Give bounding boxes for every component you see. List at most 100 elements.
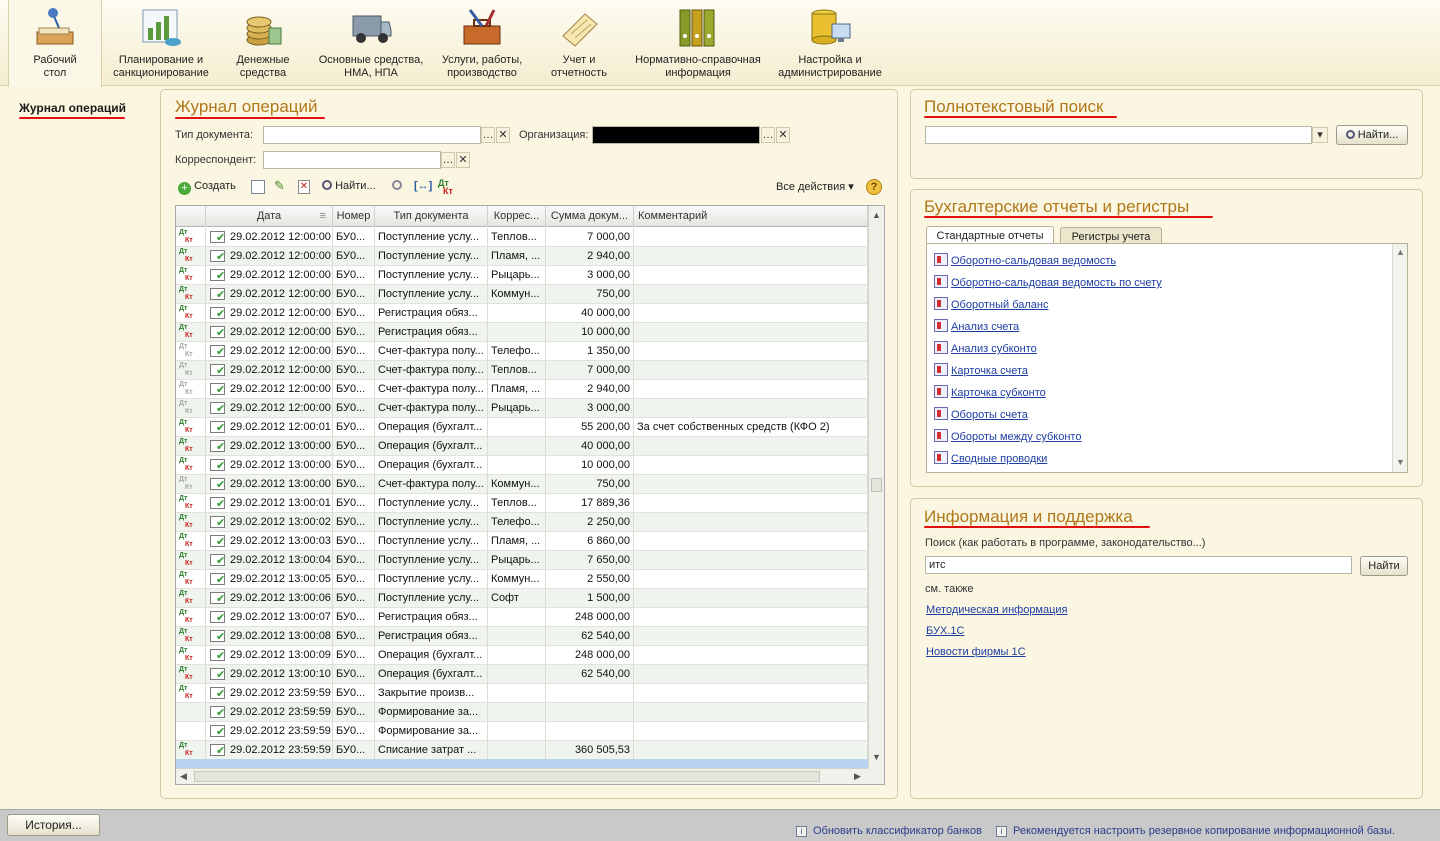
report-link[interactable]: Обороты счета xyxy=(934,407,1028,425)
vertical-scrollbar[interactable]: ▲ ▼ xyxy=(868,206,884,768)
fulltext-search-input[interactable] xyxy=(925,126,1312,144)
scroll-down-icon[interactable]: ▼ xyxy=(872,752,881,762)
table-row[interactable]: ДтКт 29.02.2012 12:00:00 БУ0... Регистрация… xyxy=(176,304,868,323)
mark-delete-icon[interactable]: ✕ xyxy=(298,180,310,194)
reports-scrollbar[interactable]: ▲ ▼ xyxy=(1392,244,1407,472)
table-row[interactable]: ДтКт 29.02.2012 13:00:00 БУ0... Операция (б… xyxy=(176,456,868,475)
edit-pencil-icon[interactable]: ✎ xyxy=(274,178,285,194)
corr-select-button[interactable]: … xyxy=(441,152,455,168)
table-row[interactable]: ДтКт 29.02.2012 12:00:00 БУ0... Поступление… xyxy=(176,266,868,285)
column-header-number[interactable]: Номер xyxy=(333,206,375,227)
section-desktop[interactable]: Рабочий стол xyxy=(8,0,102,87)
find-button[interactable]: Найти... xyxy=(322,180,376,192)
section-money[interactable]: Денежные средства xyxy=(224,0,302,86)
table-row[interactable]: ДтКт 29.02.2012 12:00:00 БУ0... Регистрация… xyxy=(176,323,868,342)
document-posted-icon xyxy=(210,229,225,247)
report-link[interactable]: Обороты между субконто xyxy=(934,429,1081,447)
section-planning[interactable]: Планирование и санкционирование xyxy=(108,0,214,86)
table-row[interactable]: ДтКт 29.02.2012 23:59:59 БУ0... Закрытие пр… xyxy=(176,684,868,703)
corr-clear-button[interactable]: ✕ xyxy=(456,152,470,168)
scroll-thumb[interactable] xyxy=(871,478,882,492)
table-row[interactable]: ДтКт 29.02.2012 12:00:00 БУ0... Поступление… xyxy=(176,247,868,266)
scroll-up-icon[interactable]: ▲ xyxy=(872,210,881,220)
scroll-right-icon[interactable]: ▶ xyxy=(854,771,861,782)
link-1c-news[interactable]: Новости фирмы 1С xyxy=(926,646,1026,658)
table-cell-comment xyxy=(634,646,868,665)
table-row[interactable]: ДтКт 29.02.2012 12:00:00 БУ0... Счет-фактур… xyxy=(176,342,868,361)
table-row[interactable]: ДтКт 29.02.2012 13:00:03 БУ0... Поступление… xyxy=(176,532,868,551)
cell-text: Теплов... xyxy=(491,497,537,509)
table-row[interactable]: ДтКт 29.02.2012 12:00:00 БУ0... Поступление… xyxy=(176,285,868,304)
all-actions-menu[interactable]: Все действия ▾ xyxy=(776,180,854,193)
doc-type-field[interactable] xyxy=(263,126,481,144)
cell-text: БУ0... xyxy=(336,383,366,395)
table-row[interactable]: ДтКт 29.02.2012 13:00:02 БУ0... Поступление… xyxy=(176,513,868,532)
report-link[interactable]: Карточка субконто xyxy=(934,385,1046,403)
section-fixed-assets[interactable]: Основные средства, НМА, НПА xyxy=(312,0,430,86)
org-select-button[interactable]: … xyxy=(761,127,775,143)
notice-backup[interactable]: i Рекомендуется настроить резервное копир… xyxy=(996,825,1395,837)
table-row[interactable]: ДтКт 29.02.2012 13:00:00 БУ0... Операция (б… xyxy=(176,437,868,456)
column-header-comment[interactable]: Комментарий xyxy=(634,206,868,227)
section-reference[interactable]: Нормативно-справочная информация xyxy=(630,0,766,86)
scroll-down-icon[interactable]: ▼ xyxy=(1396,457,1405,467)
report-link[interactable]: Анализ субконто xyxy=(934,341,1037,359)
table-row[interactable]: ДтКт 29.02.2012 13:00:10 БУ0... Операция (б… xyxy=(176,665,868,684)
table-header: Дата ≡ Номер Тип документа Коррес... Сумм… xyxy=(176,206,868,227)
nav-item-journal[interactable]: Журнал операций xyxy=(19,101,126,115)
fulltext-find-button[interactable]: Найти... xyxy=(1336,125,1408,145)
hscroll-thumb[interactable] xyxy=(194,771,820,782)
org-clear-button[interactable]: ✕ xyxy=(776,127,790,143)
info-find-button[interactable]: Найти xyxy=(1360,556,1408,576)
table-row[interactable]: ДтКт 29.02.2012 12:00:00 БУ0... Счет-фактур… xyxy=(176,399,868,418)
section-services[interactable]: Услуги, работы, производство xyxy=(436,0,528,86)
table-row[interactable]: ДтКт 29.02.2012 13:00:09 БУ0... Операция (б… xyxy=(176,646,868,665)
table-row[interactable]: ДтКт 29.02.2012 13:00:01 БУ0... Поступление… xyxy=(176,494,868,513)
column-header-date[interactable]: Дата ≡ xyxy=(206,206,333,227)
table-row[interactable]: ДтКт 29.02.2012 13:00:06 БУ0... Поступление… xyxy=(176,589,868,608)
section-admin[interactable]: Настройка и администрирование xyxy=(774,0,886,86)
report-link[interactable]: Карточка счета xyxy=(934,363,1028,381)
table-row[interactable]: ДтКт 29.02.2012 23:59:59 БУ0... Списание за… xyxy=(176,741,868,760)
search-cancel-icon[interactable] xyxy=(392,180,402,193)
column-header-doc-type[interactable]: Тип документа xyxy=(375,206,488,227)
table-row[interactable]: ДтКт 29.02.2012 12:00:00 БУ0... Счет-фактур… xyxy=(176,380,868,399)
table-row[interactable]: ДтКт 29.02.2012 12:00:01 БУ0... Операция (б… xyxy=(176,418,868,437)
section-accounting[interactable]: Учет и отчетность xyxy=(540,0,618,86)
link-methodical-info[interactable]: Методическая информация xyxy=(926,604,1068,616)
report-link[interactable]: Анализ счета xyxy=(934,319,1019,337)
report-link[interactable]: Сводные проводки xyxy=(934,451,1047,469)
doc-type-select-button[interactable]: … xyxy=(481,127,495,143)
dt-kt-icon[interactable]: Дт Кт xyxy=(438,179,453,196)
table-row[interactable]: ДтКт 29.02.2012 12:00:00 БУ0... Поступление… xyxy=(176,228,868,247)
table-row[interactable]: ДтКт 29.02.2012 13:00:07 БУ0... Регистрация… xyxy=(176,608,868,627)
column-header-correspondent[interactable]: Коррес... xyxy=(488,206,546,227)
report-link[interactable]: Оборотно-сальдовая ведомость xyxy=(934,253,1116,271)
link-buh-1c[interactable]: БУХ.1С xyxy=(926,625,964,637)
help-icon[interactable]: ? xyxy=(866,179,882,195)
table-row[interactable]: ДтКт 29.02.2012 12:00:00 БУ0... Счет-фактур… xyxy=(176,361,868,380)
create-button[interactable]: + Создать xyxy=(178,180,236,195)
interval-icon[interactable]: [↔] xyxy=(414,180,432,192)
copy-icon[interactable] xyxy=(251,180,265,194)
table-row[interactable]: ДтКт 29.02.2012 13:00:08 БУ0... Регистрация… xyxy=(176,627,868,646)
table-row[interactable]: 29.02.2012 23:59:59 БУ0... Формирование за… xyxy=(176,703,868,722)
report-link[interactable]: Оборотно-сальдовая ведомость по счету xyxy=(934,275,1162,293)
scroll-up-icon[interactable]: ▲ xyxy=(1396,247,1405,257)
table-row[interactable]: ДтКт 29.02.2012 13:00:04 БУ0... Поступление… xyxy=(176,551,868,570)
organization-field[interactable] xyxy=(592,126,760,144)
operations-table[interactable]: Дата ≡ Номер Тип документа Коррес... Сумм… xyxy=(175,205,885,785)
scroll-left-icon[interactable]: ◀ xyxy=(180,771,187,782)
report-link[interactable]: Оборотный баланс xyxy=(934,297,1048,315)
info-search-input[interactable]: итс xyxy=(925,556,1352,574)
table-row[interactable]: 29.02.2012 23:59:59 БУ0... Формирование за… xyxy=(176,722,868,741)
notice-update-banks[interactable]: i Обновить классификатор банков xyxy=(796,825,982,837)
table-row[interactable]: ДтКт 29.02.2012 13:00:00 БУ0... Счет-фактур… xyxy=(176,475,868,494)
horizontal-scrollbar[interactable]: ◀ ▶ xyxy=(176,768,868,784)
column-header-sum[interactable]: Сумма докум... xyxy=(546,206,634,227)
history-button[interactable]: История... xyxy=(7,814,100,836)
table-row[interactable]: ДтКт 29.02.2012 13:00:05 БУ0... Поступление… xyxy=(176,570,868,589)
doc-type-clear-button[interactable]: ✕ xyxy=(496,127,510,143)
search-dropdown-button[interactable]: ▾ xyxy=(1312,127,1328,143)
correspondent-field[interactable] xyxy=(263,151,441,169)
